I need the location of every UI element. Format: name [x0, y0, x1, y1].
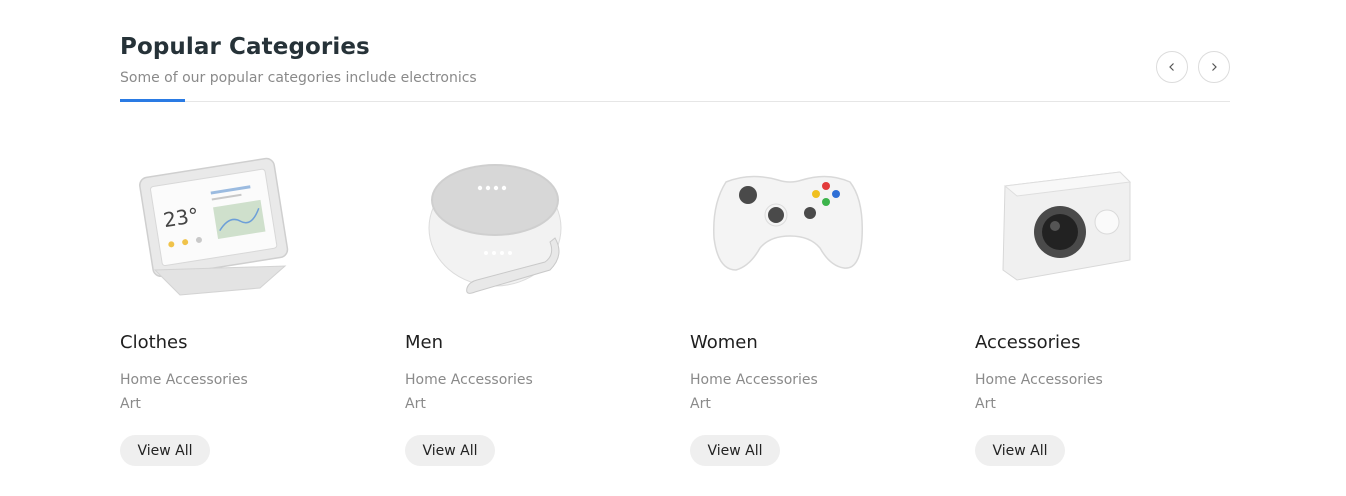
chevron-left-icon — [1169, 63, 1174, 71]
action-camera-image[interactable] — [975, 120, 1175, 320]
header-divider-accent — [120, 99, 185, 102]
view-all-button[interactable]: View All — [120, 435, 210, 466]
category-link[interactable]: Home Accessories — [975, 370, 1103, 390]
category-link[interactable]: Art — [690, 394, 711, 414]
carousel-next-button[interactable] — [1198, 51, 1230, 83]
section-title: Popular Categories — [120, 34, 370, 60]
view-all-button[interactable]: View All — [405, 435, 495, 466]
category-link[interactable]: Art — [120, 394, 141, 414]
category-link[interactable]: Home Accessories — [120, 370, 248, 390]
view-all-button[interactable]: View All — [690, 435, 780, 466]
category-name[interactable]: Clothes — [120, 330, 188, 356]
category-link[interactable]: Home Accessories — [690, 370, 818, 390]
smart-display-image[interactable]: 23° — [120, 120, 320, 320]
header-divider — [120, 101, 1230, 102]
category-link[interactable]: Art — [975, 394, 996, 414]
category-link[interactable]: Home Accessories — [405, 370, 533, 390]
section-header: Popular Categories Some of our popular c… — [120, 30, 1230, 88]
carousel-prev-button[interactable] — [1156, 51, 1188, 83]
category-name[interactable]: Men — [405, 330, 443, 356]
chevron-right-icon — [1212, 63, 1217, 71]
section-subtitle: Some of our popular categories include e… — [120, 70, 477, 86]
view-all-button[interactable]: View All — [975, 435, 1065, 466]
game-controller-image[interactable] — [690, 120, 890, 320]
category-name[interactable]: Accessories — [975, 330, 1081, 356]
smart-speaker-image[interactable] — [405, 120, 605, 320]
category-link[interactable]: Art — [405, 394, 426, 414]
category-name[interactable]: Women — [690, 330, 758, 356]
